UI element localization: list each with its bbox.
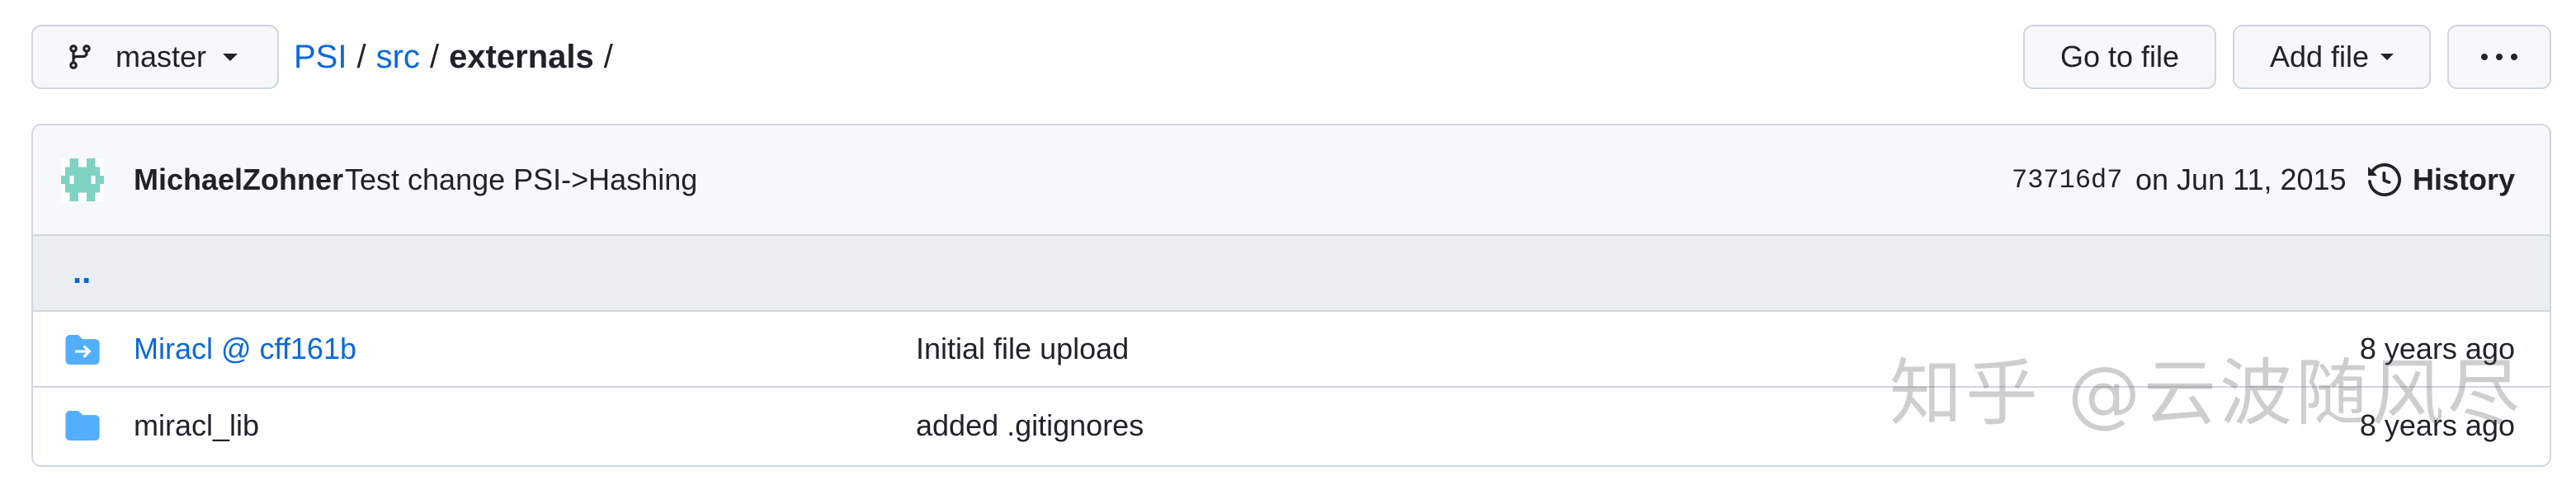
- submodule-folder-icon: [65, 335, 100, 365]
- chevron-down-icon: [223, 53, 238, 61]
- watermark-text: 知乎 @云波随风尽: [1890, 351, 2523, 436]
- branch-label: master: [116, 40, 207, 73]
- branch-selector-button[interactable]: master: [31, 25, 279, 89]
- commit-date: on Jun 11, 2015: [2135, 163, 2347, 196]
- git-branch-icon: [69, 45, 91, 69]
- more-options-button[interactable]: [2447, 25, 2551, 89]
- folder-icon: [65, 411, 100, 441]
- breadcrumb-repo-link[interactable]: PSI: [294, 39, 347, 76]
- commit-message[interactable]: Test change PSI->Hashing: [345, 163, 697, 197]
- go-to-file-label: Go to file: [2059, 40, 2180, 73]
- breadcrumb: PSI / src / externals /: [294, 25, 623, 89]
- parent-directory-link[interactable]: ..: [73, 254, 91, 291]
- history-icon: [2368, 163, 2401, 196]
- avatar[interactable]: [61, 158, 104, 201]
- commit-author[interactable]: MichaelZohner: [134, 163, 343, 197]
- history-label: History: [2413, 163, 2516, 196]
- breadcrumb-separator: /: [429, 38, 440, 75]
- breadcrumb-current: externals: [449, 38, 594, 75]
- breadcrumb-separator: /: [356, 38, 366, 75]
- file-commit-message[interactable]: added .gitignores: [916, 408, 1144, 443]
- latest-commit-row: MichaelZohner Test change PSI->Hashing 7…: [33, 125, 2550, 236]
- go-to-file-button[interactable]: Go to file: [2023, 25, 2216, 89]
- add-file-button[interactable]: Add file: [2233, 25, 2431, 89]
- top-bar: master PSI / src / externals / Go to fil…: [31, 25, 2551, 92]
- kebab-horizontal-icon: [2481, 54, 2517, 60]
- parent-directory-row[interactable]: ..: [33, 236, 2550, 312]
- commit-sha[interactable]: 73716d7: [2012, 165, 2122, 196]
- chevron-down-icon: [2380, 54, 2394, 60]
- file-name-link[interactable]: Miracl @ cff161b: [134, 332, 356, 366]
- file-name-link[interactable]: miracl_lib: [134, 408, 259, 443]
- add-file-label: Add file: [2269, 40, 2370, 73]
- breadcrumb-src-link[interactable]: src: [376, 39, 420, 76]
- breadcrumb-separator: /: [603, 38, 613, 75]
- file-commit-message[interactable]: Initial file upload: [916, 332, 1129, 366]
- history-link[interactable]: History: [2368, 163, 2515, 197]
